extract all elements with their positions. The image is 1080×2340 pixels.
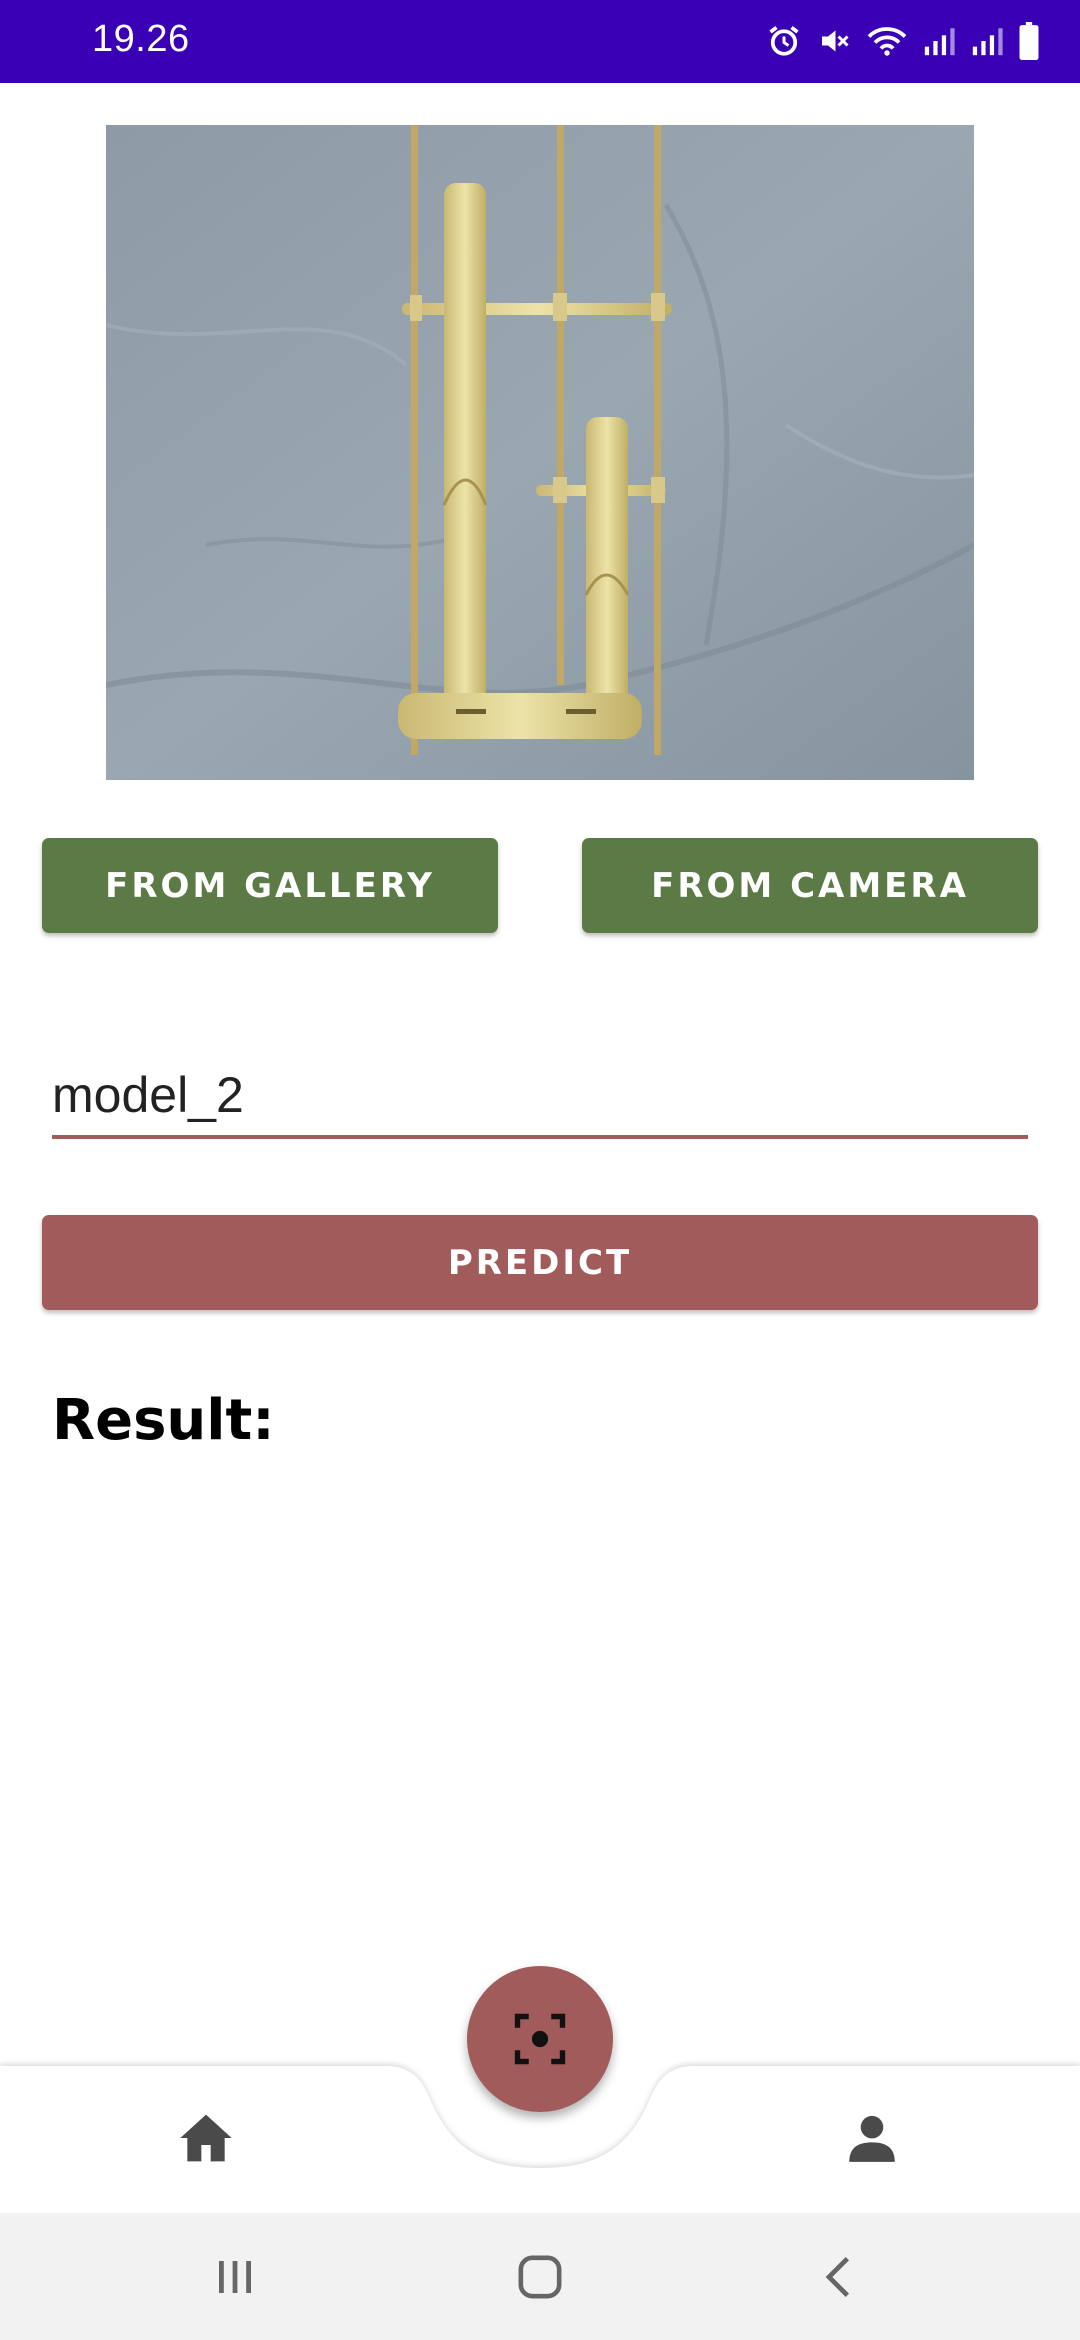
model-name-field[interactable] [52, 1055, 1028, 1139]
from-camera-button[interactable]: FROM CAMERA [582, 838, 1038, 933]
predict-button[interactable]: PREDICT [42, 1215, 1038, 1310]
back-button[interactable] [805, 2213, 875, 2340]
person-icon[interactable] [846, 2112, 898, 2164]
angklung-image [106, 125, 974, 780]
recents-icon [219, 2260, 251, 2293]
signal-icon [924, 28, 955, 56]
home-icon[interactable] [178, 2112, 234, 2164]
system-nav-bar [0, 2213, 1080, 2340]
battery-icon [1019, 22, 1039, 60]
recents-button[interactable] [200, 2213, 270, 2340]
from-gallery-button[interactable]: FROM GALLERY [42, 838, 498, 933]
image-preview [106, 125, 974, 780]
signal-icon [972, 28, 1003, 56]
alarm-icon [769, 26, 799, 56]
home-system-button[interactable] [505, 2213, 575, 2340]
result-label: Result: [52, 1388, 275, 1453]
wifi-icon [867, 27, 907, 56]
back-icon [825, 2256, 850, 2297]
status-time: 19.26 [92, 18, 190, 60]
scan-icon [514, 2013, 566, 2065]
status-icons [766, 18, 1040, 64]
home-circle-icon [518, 2255, 562, 2298]
status-bar: 19.26 [0, 0, 1080, 83]
scan-button[interactable] [467, 1966, 613, 2112]
mute-icon [822, 30, 849, 52]
